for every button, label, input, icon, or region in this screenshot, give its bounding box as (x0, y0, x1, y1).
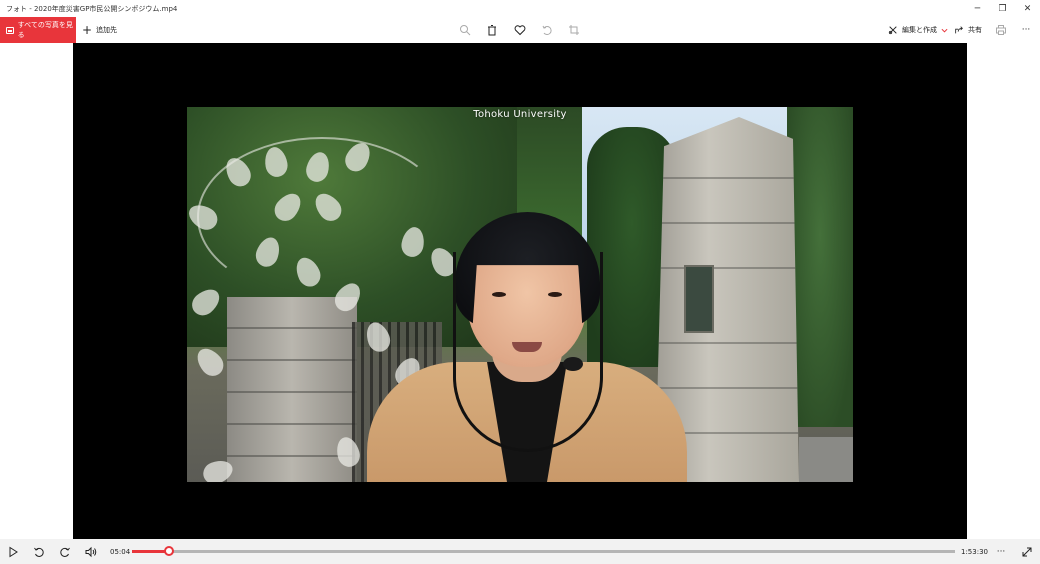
playback-controls: 05:04 1:53:30 ··· (0, 539, 1040, 564)
total-time: 1:53:30 (961, 547, 988, 556)
rewind-icon (34, 547, 44, 557)
fullscreen-icon (1022, 547, 1032, 557)
volume-button[interactable] (82, 543, 100, 561)
share-label: 共有 (968, 26, 982, 34)
play-icon (9, 546, 18, 558)
crop-icon[interactable] (566, 22, 582, 38)
restore-button[interactable]: ❐ (990, 0, 1015, 17)
plus-icon: + (82, 23, 93, 37)
video-watermark: Tohoku University (473, 109, 567, 120)
photos-app-window: フォト - 2020年度災害GP市民公開シンポジウム.mp4 ─ ❐ ✕ すべて… (0, 0, 1040, 564)
fast-forward-icon (60, 547, 70, 557)
volume-icon (85, 546, 97, 558)
video-viewport[interactable]: Tohoku University (73, 43, 967, 539)
rotate-icon[interactable] (539, 22, 555, 38)
edit-and-create-label: 編集と作成 (902, 26, 937, 34)
title-bar: フォト - 2020年度災害GP市民公開シンポジウム.mp4 ─ ❐ ✕ (0, 0, 1040, 17)
window-title: フォト - 2020年度災害GP市民公開シンポジウム.mp4 (6, 4, 178, 13)
favorite-icon[interactable] (512, 22, 528, 38)
play-button[interactable] (4, 543, 22, 561)
delete-icon[interactable] (484, 22, 500, 38)
print-icon[interactable] (993, 22, 1009, 38)
zoom-icon[interactable] (457, 22, 473, 38)
rewind-10s-button[interactable] (30, 543, 48, 561)
seek-bar-thumb[interactable] (163, 546, 174, 556)
add-to-label: 追加先 (96, 26, 118, 34)
more-options-button[interactable]: ··· (1018, 22, 1034, 38)
add-to-button[interactable]: + 追加先 (82, 17, 117, 43)
speaker-person (367, 192, 687, 482)
edit-icon (888, 26, 897, 35)
player-more-button[interactable]: ··· (992, 543, 1010, 561)
toolbar: すべての写真を見る + 追加先 編集と作成 共有 ··· (0, 17, 1040, 43)
close-button[interactable]: ✕ (1015, 0, 1040, 17)
minimize-button[interactable]: ─ (965, 0, 990, 17)
fullscreen-button[interactable] (1018, 543, 1036, 561)
see-all-photos-label: すべての写真を見る (17, 21, 73, 39)
share-button[interactable]: 共有 (954, 17, 982, 43)
edit-and-create-button[interactable]: 編集と作成 (888, 17, 948, 43)
university-plaque (684, 265, 714, 333)
seek-bar[interactable] (132, 546, 955, 556)
headset (453, 252, 603, 452)
see-all-photos-button[interactable]: すべての写真を見る (0, 17, 76, 43)
share-icon (955, 26, 963, 34)
chevron-down-icon (941, 28, 948, 33)
forward-30s-button[interactable] (56, 543, 74, 561)
photo-icon (6, 26, 14, 34)
current-time: 05:04 (110, 547, 131, 556)
video-frame: Tohoku University (187, 107, 853, 482)
